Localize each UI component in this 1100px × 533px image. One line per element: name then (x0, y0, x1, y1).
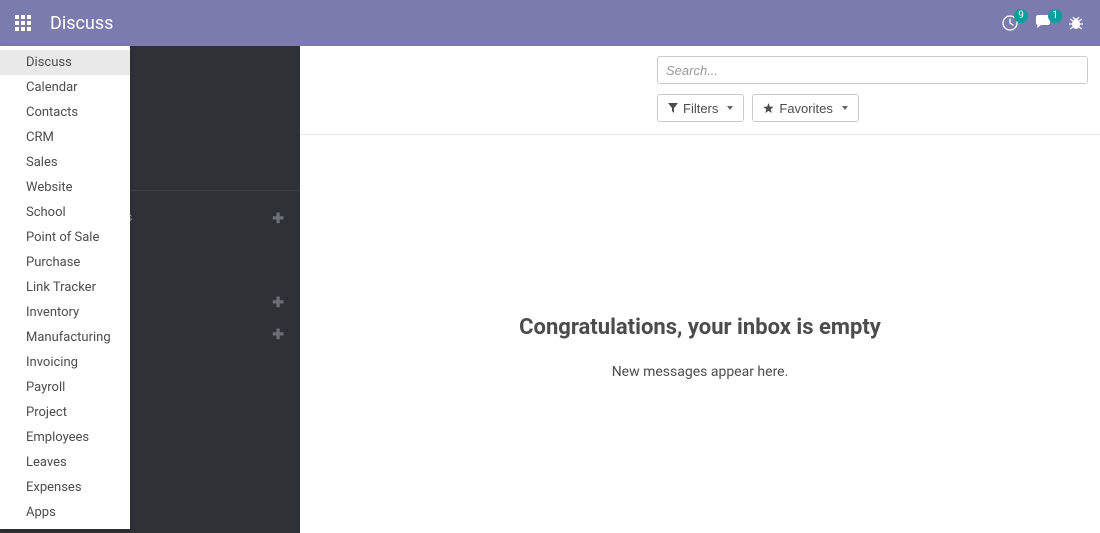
empty-title: Congratulations, your inbox is empty (300, 315, 1100, 340)
plus-icon: ✚ (272, 295, 284, 311)
app-menu-item[interactable]: Purchase (0, 250, 130, 275)
app-menu-item[interactable]: Discuss (0, 50, 130, 75)
chat-badge: 1 (1048, 9, 1062, 23)
search-input[interactable] (657, 56, 1088, 84)
chevron-down-icon (727, 106, 733, 110)
app-menu-item[interactable]: Project (0, 400, 130, 425)
apps-grid-icon[interactable] (10, 10, 36, 36)
app-menu-item[interactable]: Calendar (0, 75, 130, 100)
app-menu-item[interactable]: Contacts (0, 100, 130, 125)
app-menu-item[interactable]: Inventory (0, 300, 130, 325)
empty-inbox: Congratulations, your inbox is empty New… (300, 135, 1100, 380)
funnel-icon (668, 103, 678, 113)
filters-label: Filters (683, 101, 718, 116)
bug-icon[interactable] (1068, 15, 1084, 31)
apps-dropdown: DiscussCalendarContactsCRMSalesWebsiteSc… (0, 46, 130, 529)
app-menu-item[interactable]: Payroll (0, 375, 130, 400)
control-panel: Filters Favorites (300, 46, 1100, 135)
topbar: Discuss 9 1 (0, 0, 1100, 46)
app-menu-item[interactable]: School (0, 200, 130, 225)
app-menu-item[interactable]: Apps (0, 500, 130, 525)
star-icon (763, 103, 774, 114)
app-menu-item[interactable]: Link Tracker (0, 275, 130, 300)
app-menu-item[interactable]: Sales (0, 150, 130, 175)
app-menu-item[interactable]: Leaves (0, 450, 130, 475)
app-menu-item[interactable]: Expenses (0, 475, 130, 500)
app-title: Discuss (50, 13, 113, 34)
timer-icon[interactable]: 9 (1002, 15, 1018, 31)
app-menu-item[interactable]: Point of Sale (0, 225, 130, 250)
topbar-right: 9 1 (1002, 15, 1090, 31)
app-menu-item[interactable]: Employees (0, 425, 130, 450)
chat-icon[interactable]: 1 (1034, 15, 1052, 31)
filters-button[interactable]: Filters (657, 94, 744, 122)
timer-badge: 9 (1014, 9, 1028, 23)
plus-icon: ✚ (272, 327, 284, 343)
app-menu-item[interactable]: CRM (0, 125, 130, 150)
empty-subtitle: New messages appear here. (300, 364, 1100, 380)
favorites-button[interactable]: Favorites (752, 94, 858, 122)
favorites-label: Favorites (779, 101, 832, 116)
main-content: Filters Favorites Congratulations, your … (300, 46, 1100, 533)
plus-icon: ✚ (272, 211, 284, 227)
chevron-down-icon (842, 106, 848, 110)
app-menu-item[interactable]: Manufacturing (0, 325, 130, 350)
app-menu-item[interactable]: Invoicing (0, 350, 130, 375)
app-menu-item[interactable]: Website (0, 175, 130, 200)
